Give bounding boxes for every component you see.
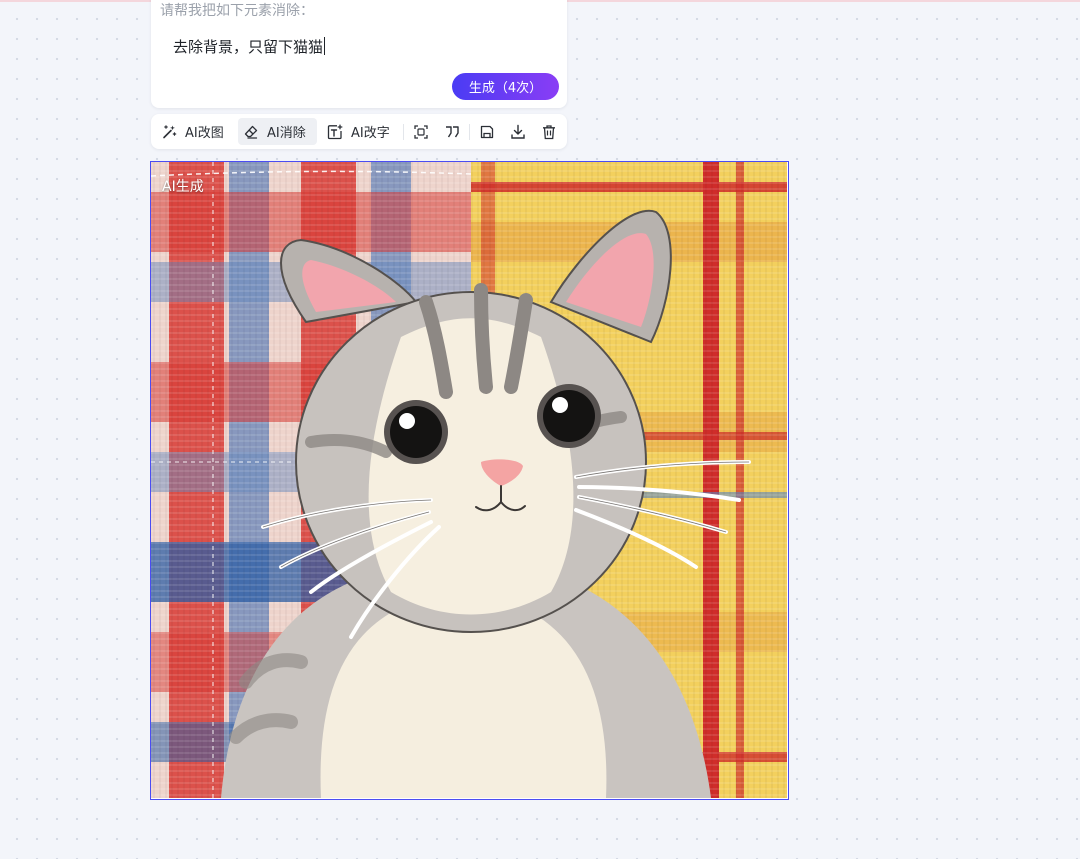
eraser-icon (244, 125, 258, 139)
image-canvas-selection[interactable]: AI生成 (150, 161, 789, 800)
ai-erase-button[interactable]: AI消除 (238, 118, 317, 145)
text-caret (324, 37, 326, 55)
crop-icon (414, 125, 428, 139)
save-icon (480, 125, 494, 139)
ai-edit-text-label: AI改字 (351, 126, 390, 141)
save-button[interactable] (477, 122, 497, 142)
prompt-label: 请帮我把如下元素消除： (160, 3, 314, 19)
ai-edit-image-button[interactable]: AI改图 (159, 118, 229, 145)
prompt-input[interactable]: 去除背景，只留下猫猫 (173, 36, 553, 58)
generated-cat-image (151, 162, 787, 798)
text-edit-icon (327, 124, 343, 139)
ai-generated-badge: AI生成 (162, 179, 204, 195)
crop-button[interactable] (411, 122, 431, 142)
image-toolbar: AI改图 AI消除 AI改字 (151, 114, 567, 149)
toolbar-divider (469, 124, 470, 140)
magic-wand-icon (163, 124, 177, 138)
delete-button[interactable] (539, 122, 559, 142)
prompt-input-text: 去除背景，只留下猫猫 (173, 38, 324, 56)
prompt-card: 请帮我把如下元素消除： 去除背景，只留下猫猫 生成（4次） (151, 0, 567, 108)
ai-edit-image-label: AI改图 (185, 126, 224, 141)
generate-button[interactable]: 生成（4次） (452, 73, 559, 100)
toolbar-divider (403, 124, 404, 140)
delete-icon (543, 125, 555, 140)
ai-edit-text-button[interactable]: AI改字 (325, 118, 399, 145)
download-button[interactable] (508, 122, 528, 142)
quote-icon (446, 126, 459, 138)
ai-erase-label: AI消除 (267, 126, 306, 141)
download-icon (511, 124, 525, 139)
quote-button[interactable] (442, 122, 462, 142)
